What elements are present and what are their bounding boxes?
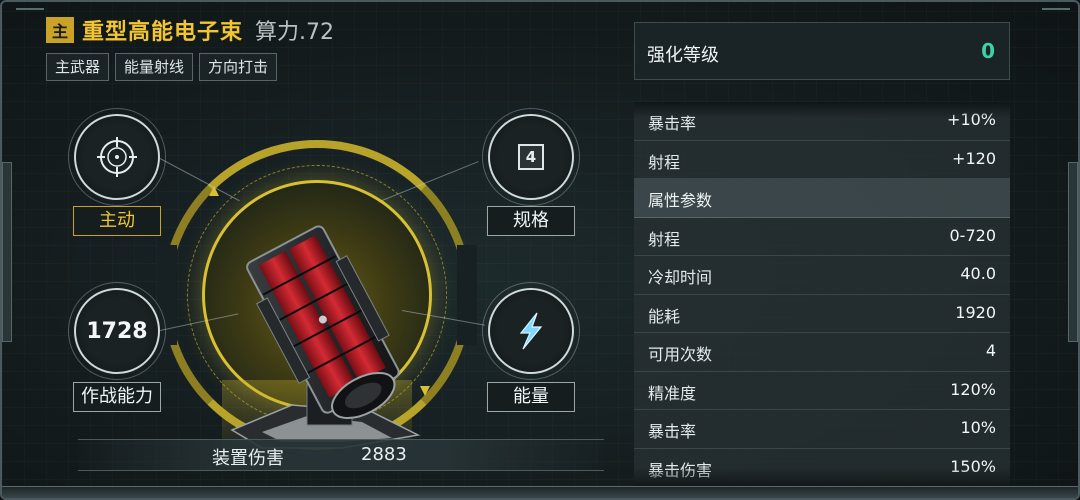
stat-value: 40.0	[960, 264, 996, 283]
stat-row-accuracy: 精准度 120%	[634, 371, 1010, 410]
tag-attack-mode: 方向打击	[199, 53, 278, 81]
energy-label: 能量	[487, 382, 575, 412]
stat-row-energy-cost: 能耗 1920	[634, 294, 1010, 333]
stat-value: 0-720	[949, 225, 997, 245]
stat-row-range: 射程 0-720	[634, 217, 1010, 256]
enhance-level-value: 0	[981, 39, 995, 63]
frame-corner-line	[16, 8, 44, 10]
enhance-level-label: 强化等级	[647, 45, 719, 66]
stat-key: 暴击率	[648, 422, 697, 441]
enhance-level-box: 强化等级 0	[634, 22, 1010, 80]
weapon-header: 主 重型高能电子束 算力.72	[46, 14, 334, 46]
stat-row-uses: 可用次数 4	[634, 333, 1010, 372]
active-skill-label: 主动	[73, 206, 161, 236]
stat-key: 射程	[648, 229, 681, 249]
combat-power-value: 1728	[86, 318, 148, 344]
stat-value: 4	[985, 341, 996, 360]
lightning-icon	[519, 312, 543, 350]
active-skill-node[interactable]	[68, 108, 166, 206]
spec-node[interactable]: 4	[482, 108, 580, 206]
weapon-showcase: 主动 4 规格 1728 作战能力 能量 装置伤害 2883	[2, 90, 632, 498]
stat-value: 120%	[950, 379, 996, 399]
device-damage-label: 装置伤害	[212, 448, 284, 469]
device-damage-bar: 装置伤害 2883	[78, 439, 604, 471]
ring-marker-icon	[420, 386, 430, 396]
electron-beam-cannon-image	[230, 225, 421, 449]
stat-row-cooldown: 冷却时间 40.0	[634, 256, 1010, 295]
ring-marker-icon	[209, 186, 219, 196]
stat-value: +120	[952, 148, 996, 168]
weapon-detail-window: 主 重型高能电子束 算力.72 主武器 能量射线 方向打击 主动 4 规格 17…	[0, 0, 1080, 500]
right-frame-handle	[1068, 162, 1078, 342]
stat-value: 1920	[955, 302, 996, 322]
tag-weapon-slot: 主武器	[46, 53, 110, 81]
stat-key: 精准度	[648, 383, 697, 403]
stat-key: 冷却时间	[648, 268, 713, 287]
combat-power-label: 作战能力	[73, 382, 161, 412]
frame-corner-line	[1042, 8, 1070, 10]
tag-weapon-type: 能量射线	[115, 53, 194, 81]
stat-key: 能耗	[648, 306, 681, 326]
stat-value: 10%	[960, 418, 996, 437]
main-weapon-badge: 主	[46, 17, 74, 43]
frame-bottom-edge	[2, 486, 1078, 498]
spec-value: 4	[518, 144, 544, 170]
spec-label: 规格	[487, 206, 575, 236]
energy-node[interactable]	[482, 282, 580, 380]
weapon-tags: 主武器 能量射线 方向打击	[46, 53, 278, 81]
weapon-power: 算力.72	[255, 20, 335, 45]
crosshair-icon	[97, 137, 137, 177]
ring-gap	[457, 245, 477, 345]
stat-key: 射程	[648, 152, 681, 172]
device-damage-value: 2883	[361, 444, 407, 465]
stats-panel[interactable]: 强化等级 0 暴击率 +10% 射程 +120 属性参数 射程 0-720 冷却…	[634, 20, 1012, 490]
weapon-name: 重型高能电子束	[82, 20, 244, 45]
list-fade-top	[634, 102, 1010, 118]
stat-row-crit-rate: 暴击率 10%	[634, 410, 1010, 449]
section-title: 属性参数	[648, 191, 713, 210]
stats-list[interactable]: 暴击率 +10% 射程 +120 属性参数 射程 0-720 冷却时间 40.0…	[634, 102, 1010, 490]
stat-key: 可用次数	[648, 345, 713, 364]
combat-power-node[interactable]: 1728	[68, 282, 166, 380]
attribute-section-header: 属性参数	[634, 179, 1010, 218]
stat-row-bonus-range: 射程 +120	[634, 140, 1010, 179]
